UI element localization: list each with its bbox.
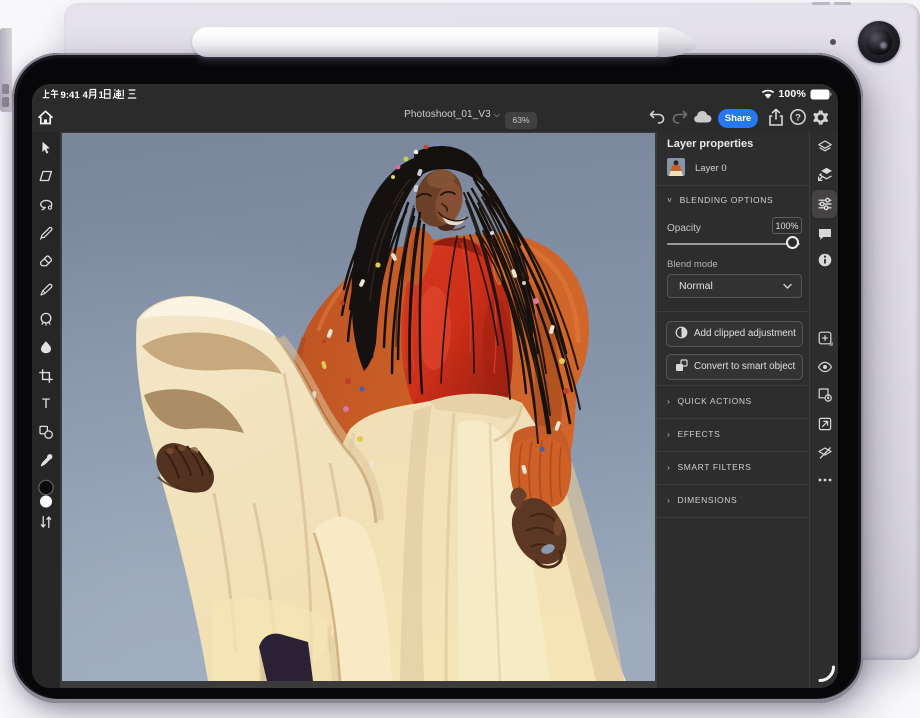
svg-text:1: 1 (99, 90, 105, 101)
svg-text:4: 4 (83, 90, 89, 101)
svg-text:?: ? (795, 113, 801, 124)
svg-text:T: T (42, 396, 50, 411)
svg-text:9:41: 9:41 (61, 90, 81, 101)
